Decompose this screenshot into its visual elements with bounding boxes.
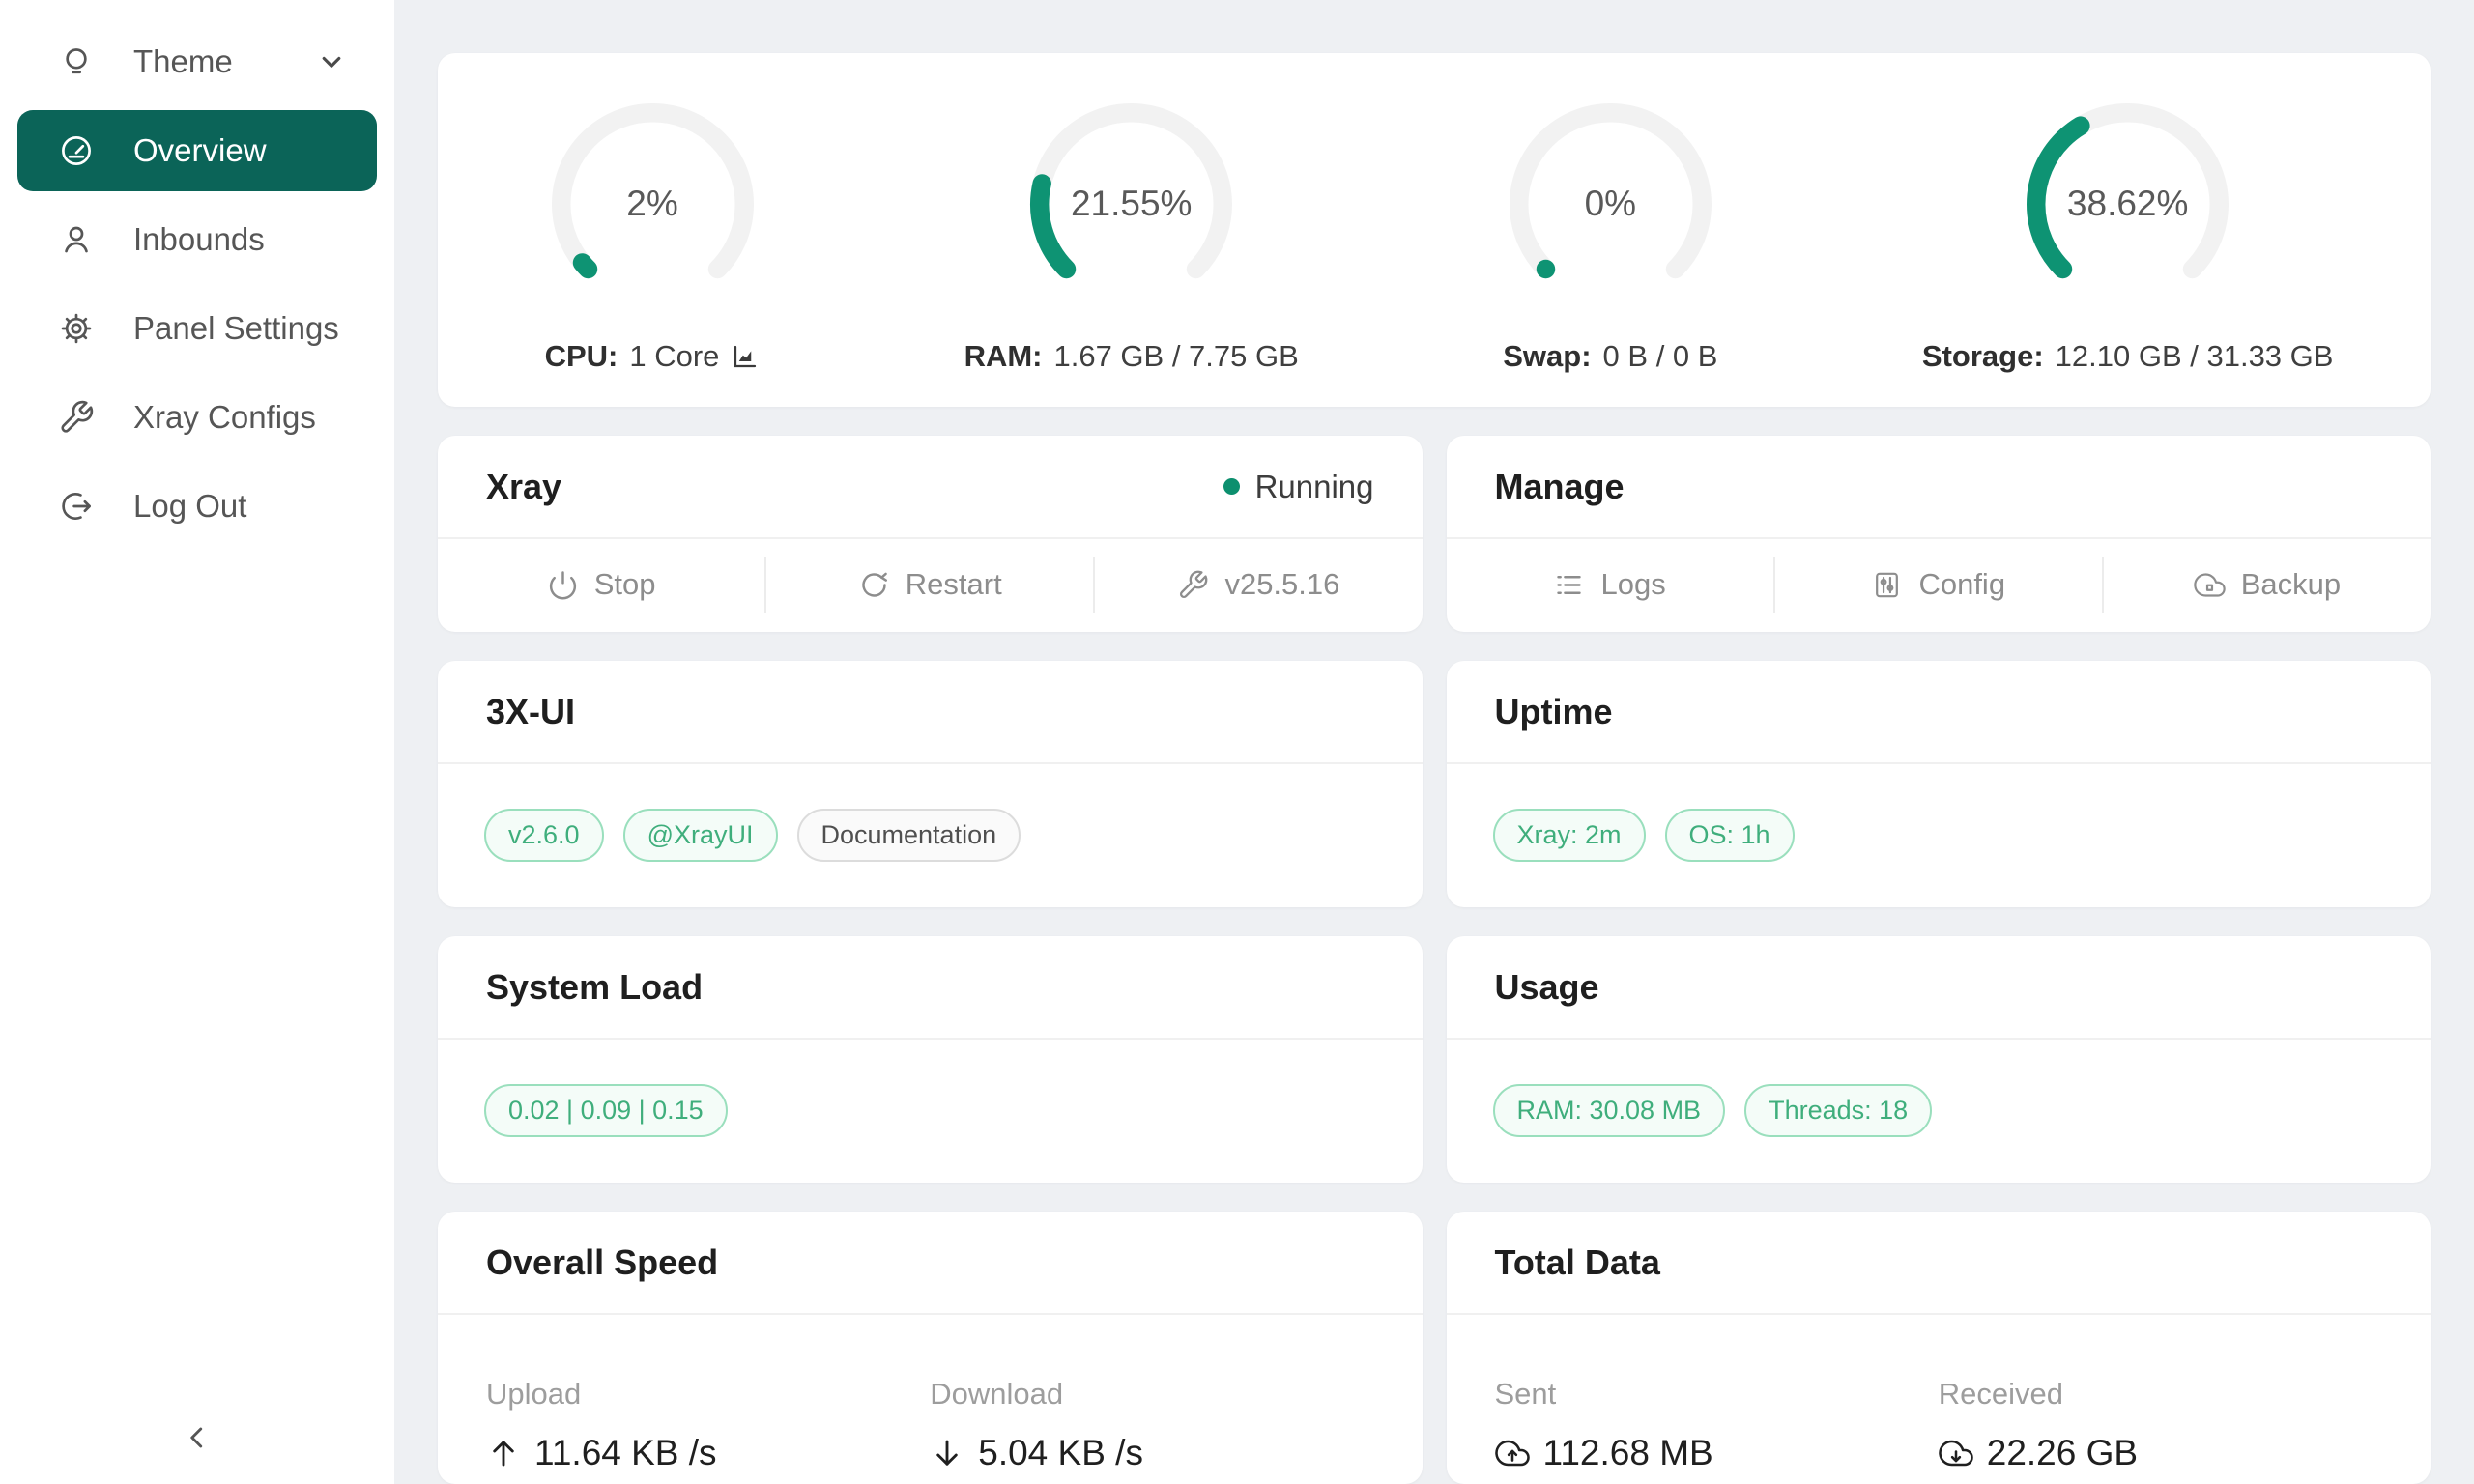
status-dot-icon — [1223, 478, 1240, 495]
sidebar-item-panel-settings[interactable]: Panel Settings — [17, 288, 377, 369]
cloud-upload-icon — [1495, 1436, 1530, 1470]
xui-card-title: 3X-UI — [486, 692, 575, 732]
sidebar-item-label: Overview — [133, 132, 267, 169]
storage-gauge: 38.62% Storage: 12.10 GB / 31.33 GB — [1922, 87, 2334, 374]
xrayui-badge[interactable]: @XrayUI — [623, 809, 778, 862]
arrow-up-icon — [486, 1436, 521, 1470]
ram-gauge-ring: 21.55% — [1014, 87, 1249, 322]
sidebar-item-inbounds[interactable]: Inbounds — [17, 199, 377, 280]
arrow-down-icon — [930, 1436, 964, 1470]
sidebar-item-label: Inbounds — [133, 221, 265, 258]
sliders-icon — [1871, 569, 1903, 601]
usage-card-title: Usage — [1495, 967, 1599, 1008]
download-value: 5.04 KB /s — [978, 1433, 1143, 1473]
sidebar-item-overview[interactable]: Overview — [17, 110, 377, 191]
list-icon — [1553, 569, 1585, 601]
load-average-badge: 0.02 | 0.09 | 0.15 — [484, 1084, 728, 1137]
xray-card: Xray Running Stop — [438, 436, 1423, 632]
threads-badge: Threads: 18 — [1744, 1084, 1932, 1137]
ram-caption: RAM: 1.67 GB / 7.75 GB — [964, 339, 1299, 374]
xray-uptime-badge: Xray: 2m — [1493, 809, 1646, 862]
download-label: Download — [930, 1377, 1373, 1412]
cpu-percent: 2% — [535, 87, 770, 322]
restart-button[interactable]: Restart — [766, 539, 1093, 630]
xui-card: 3X-UI v2.6.0 @XrayUI Documentation — [438, 661, 1423, 907]
power-icon — [547, 569, 579, 601]
os-uptime-badge: OS: 1h — [1665, 809, 1795, 862]
manage-card-title: Manage — [1495, 467, 1625, 507]
xray-version-button[interactable]: v25.5.16 — [1095, 539, 1422, 630]
system-load-card: System Load 0.02 | 0.09 | 0.15 — [438, 936, 1423, 1183]
reload-icon — [858, 569, 890, 601]
manage-card: Manage Logs — [1447, 436, 2431, 632]
system-gauges-card: 2% CPU: 1 Core 21.55% — [438, 53, 2431, 407]
chevron-down-icon[interactable] — [315, 45, 348, 78]
swap-caption: Swap: 0 B / 0 B — [1503, 339, 1717, 374]
xray-status: Running — [1223, 469, 1374, 505]
received-value: 22.26 GB — [1987, 1433, 2138, 1473]
ram-usage-badge: RAM: 30.08 MB — [1493, 1084, 1726, 1137]
sidebar-item-log-out[interactable]: Log Out — [17, 466, 377, 547]
sidebar-item-label: Panel Settings — [133, 310, 339, 347]
logout-icon — [58, 488, 95, 525]
chevron-left-icon — [180, 1420, 215, 1455]
sidebar-item-label: Xray Configs — [133, 399, 316, 436]
total-data-card-title: Total Data — [1495, 1242, 1660, 1283]
uptime-card: Uptime Xray: 2m OS: 1h — [1447, 661, 2431, 907]
logs-button[interactable]: Logs — [1447, 539, 1773, 630]
storage-caption: Storage: 12.10 GB / 31.33 GB — [1922, 339, 2334, 374]
cloud-download-icon — [1939, 1436, 1973, 1470]
received-stat: Received 22.26 GB — [1939, 1377, 2382, 1473]
total-data-card: Total Data Sent 112.68 MB — [1447, 1212, 2431, 1484]
xray-card-title: Xray — [486, 467, 561, 507]
stop-button[interactable]: Stop — [438, 539, 764, 630]
main-content: 2% CPU: 1 Core 21.55% — [394, 0, 2474, 1484]
sidebar-item-theme[interactable]: Theme — [17, 21, 377, 102]
storage-percent: 38.62% — [2010, 87, 2245, 322]
swap-percent: 0% — [1493, 87, 1728, 322]
upload-value: 11.64 KB /s — [534, 1433, 717, 1473]
upload-label: Upload — [486, 1377, 930, 1412]
user-icon — [58, 221, 95, 258]
ram-percent: 21.55% — [1014, 87, 1249, 322]
sent-stat: Sent 112.68 MB — [1495, 1377, 1939, 1473]
upload-stat: Upload 11.64 KB /s — [486, 1377, 930, 1473]
system-load-card-title: System Load — [486, 967, 703, 1008]
overall-speed-card: Overall Speed Upload 11.64 KB /s — [438, 1212, 1423, 1484]
cpu-caption: CPU: 1 Core — [545, 339, 761, 374]
documentation-badge[interactable]: Documentation — [797, 809, 1021, 862]
sidebar-collapse-button[interactable] — [0, 1420, 394, 1484]
uptime-card-title: Uptime — [1495, 692, 1613, 732]
cloud-box-icon — [2194, 569, 2226, 601]
sent-value: 112.68 MB — [1543, 1433, 1713, 1473]
wrench-icon — [1177, 569, 1209, 601]
swap-gauge-ring: 0% — [1493, 87, 1728, 322]
area-chart-icon[interactable] — [731, 342, 760, 371]
config-button[interactable]: Config — [1775, 539, 2102, 630]
sidebar-item-xray-configs[interactable]: Xray Configs — [17, 377, 377, 458]
cpu-gauge: 2% CPU: 1 Core — [535, 87, 770, 374]
sidebar-item-label: Theme — [133, 43, 233, 80]
cpu-gauge-ring: 2% — [535, 87, 770, 322]
ram-gauge: 21.55% RAM: 1.67 GB / 7.75 GB — [964, 87, 1299, 374]
storage-gauge-ring: 38.62% — [2010, 87, 2245, 322]
xray-status-label: Running — [1255, 469, 1374, 505]
sent-label: Sent — [1495, 1377, 1939, 1412]
lightbulb-icon — [58, 43, 95, 80]
gear-icon — [58, 310, 95, 347]
wrench-icon — [58, 399, 95, 436]
sidebar: Theme Overview Inbounds — [0, 0, 394, 1484]
received-label: Received — [1939, 1377, 2382, 1412]
backup-button[interactable]: Backup — [2104, 539, 2431, 630]
dashboard-icon — [58, 132, 95, 169]
usage-card: Usage RAM: 30.08 MB Threads: 18 — [1447, 936, 2431, 1183]
sidebar-item-label: Log Out — [133, 488, 246, 525]
swap-gauge: 0% Swap: 0 B / 0 B — [1493, 87, 1728, 374]
version-badge[interactable]: v2.6.0 — [484, 809, 604, 862]
download-stat: Download 5.04 KB /s — [930, 1377, 1373, 1473]
overall-speed-card-title: Overall Speed — [486, 1242, 718, 1283]
